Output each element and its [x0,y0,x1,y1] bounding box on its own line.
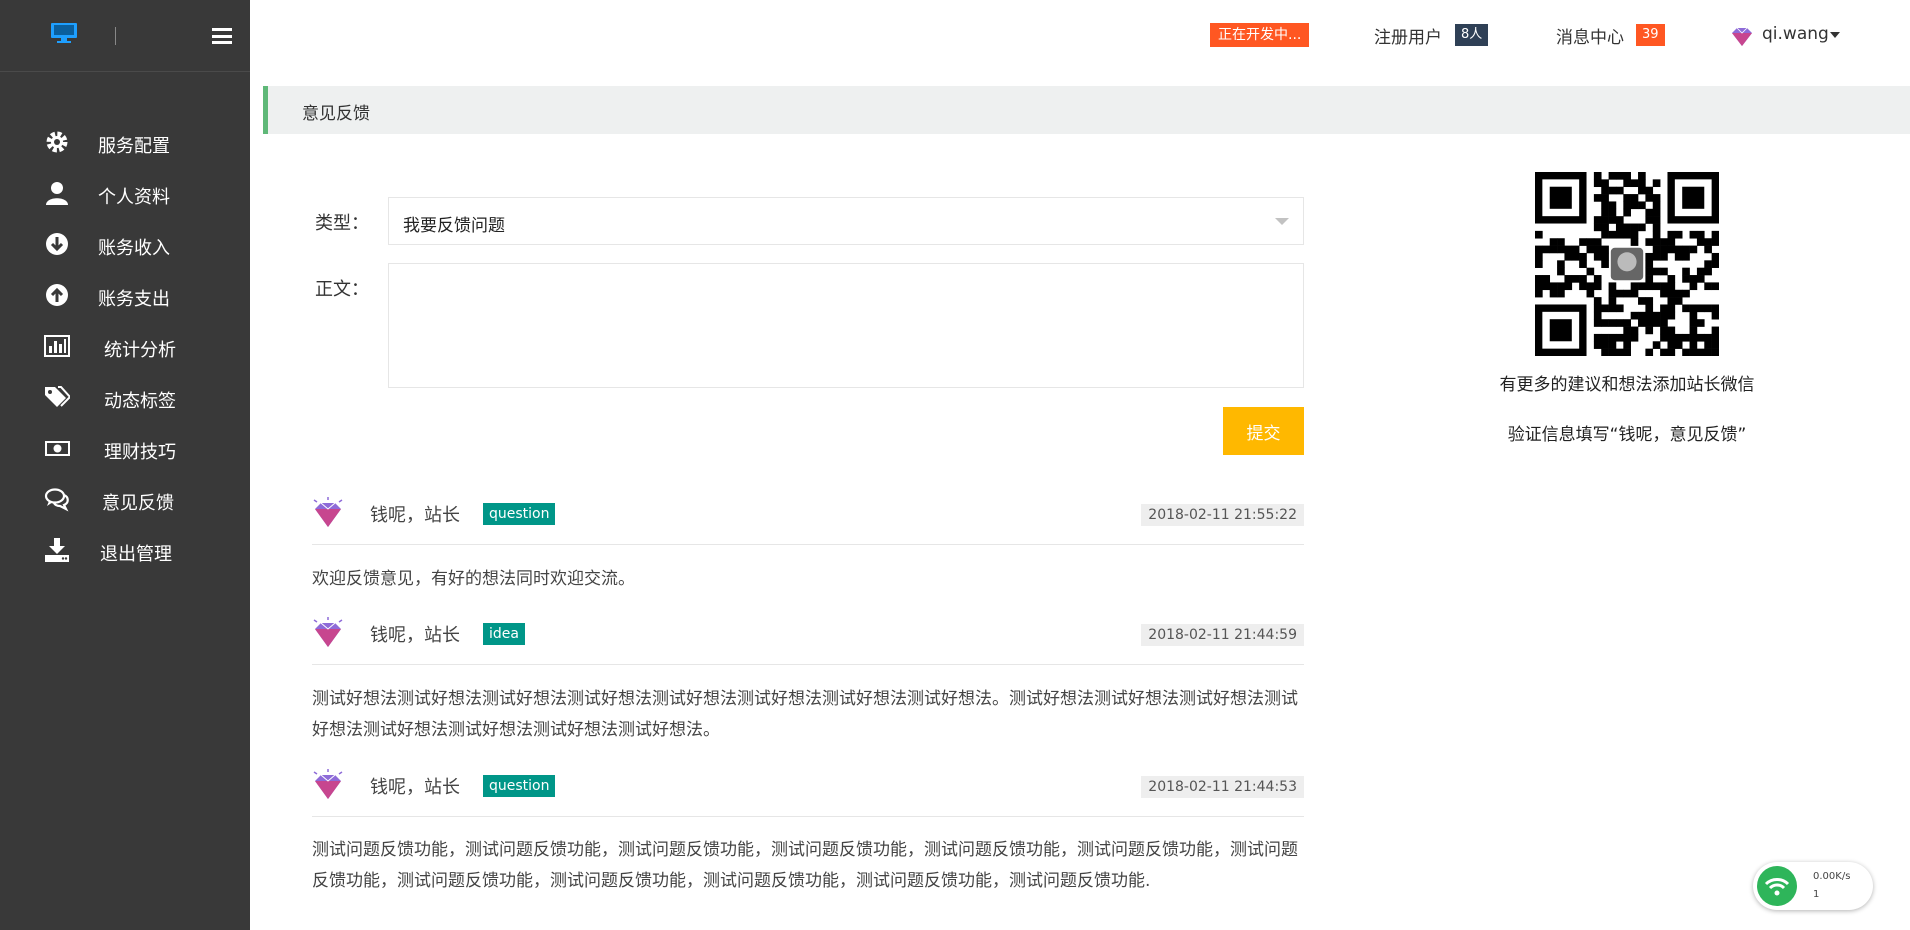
dev-status-badge: 正在开发中... [1210,23,1310,47]
diamond-avatar-icon [313,617,343,647]
feedback-header: 钱呢，站长 question 2018-02-11 21:55:22 [312,495,1304,545]
feedback-body: 测试好想法测试好想法测试好想法测试好想法测试好想法测试好想法测试好想法测试好想法… [312,689,1298,740]
header-divider [115,27,116,45]
arrow-down-circle-icon [46,233,68,255]
network-speed-widget[interactable]: 0.00K/s 1 [1753,862,1873,910]
sidebar-item-service-config[interactable]: 服务配置 [0,117,250,168]
page-title-bar: 意见反馈 [263,86,1910,134]
feedback-author: 钱呢，站长 [370,625,460,646]
submit-button[interactable]: 提交 [1223,407,1304,455]
qr-caption-secondary: 验证信息填写“钱呢，意见反馈” [1507,425,1747,445]
sidebar-item-tags[interactable]: 动态标签 [0,372,250,423]
body-textarea[interactable] [388,263,1304,388]
feedback-tag: idea [483,623,525,645]
feedback-body: 欢迎反馈意见，有好的想法同时欢迎交流。 [312,569,635,589]
diamond-avatar-icon [313,497,343,527]
sidebar: 服务配置 个人资料 账务收入 账务支出 统计分析 动态标签 理财技巧 意见反馈 … [0,0,250,930]
sidebar-item-income[interactable]: 账务收入 [0,219,250,270]
sidebar-item-label: 理财技巧 [104,442,176,463]
feedback-tag: question [483,503,556,525]
sidebar-header [0,0,250,72]
feedback-body: 测试问题反馈功能，测试问题反馈功能，测试问题反馈功能，测试问题反馈功能，测试问题… [312,840,1298,891]
wifi-icon [1757,866,1797,906]
caret-down-icon [1830,32,1840,38]
sidebar-item-label: 账务收入 [98,238,170,259]
sidebar-item-finance-tips[interactable]: 理财技巧 [0,423,250,474]
arrow-up-circle-icon [46,284,68,306]
wechat-qr-code [1535,172,1719,356]
network-speed: 0.00K/s [1813,871,1851,882]
sidebar-item-label: 动态标签 [104,391,176,412]
user-icon [46,182,68,205]
qr-caption-primary: 有更多的建议和想法添加站长微信 [1499,375,1755,395]
sidebar-item-label: 意见反馈 [102,493,174,514]
sidebar-item-feedback[interactable]: 意见反馈 [0,474,250,525]
sidebar-item-profile[interactable]: 个人资料 [0,168,250,219]
registered-users-link[interactable]: 注册用户 [1374,23,1442,48]
comments-icon [44,488,69,512]
select-arrow-icon [1275,218,1289,225]
registered-users-count: 8人 [1455,24,1489,46]
feedback-time: 2018-02-11 21:44:53 [1141,776,1304,798]
sidebar-item-label: 统计分析 [104,340,176,361]
type-label: 类型： [315,213,369,234]
feedback-header: 钱呢，站长 question 2018-02-11 21:44:53 [312,767,1304,817]
message-count-badge: 39 [1636,24,1665,46]
sidebar-menu: 服务配置 个人资料 账务收入 账务支出 统计分析 动态标签 理财技巧 意见反馈 … [0,117,250,576]
sidebar-item-logout[interactable]: 退出管理 [0,525,250,576]
type-select[interactable]: 我要反馈问题 [388,197,1304,245]
sidebar-item-statistics[interactable]: 统计分析 [0,321,250,372]
sidebar-item-label: 个人资料 [98,187,170,208]
user-name: qi.wang [1762,24,1829,44]
sidebar-item-label: 退出管理 [100,544,172,565]
download-icon [45,538,69,562]
monitor-icon[interactable] [50,22,78,44]
feedback-header: 钱呢，站长 idea 2018-02-11 21:44:59 [312,615,1304,665]
money-icon [45,441,70,456]
top-header: 正在开发中... 注册用户 8人 消息中心 39 qi.wang [250,0,1910,72]
tags-icon [45,386,70,407]
menu-toggle-icon[interactable] [212,28,232,44]
sidebar-item-label: 账务支出 [98,289,170,310]
sidebar-item-expense[interactable]: 账务支出 [0,270,250,321]
feedback-time: 2018-02-11 21:55:22 [1141,504,1304,526]
feedback-tag: question [483,775,556,797]
diamond-avatar-icon [1732,27,1752,46]
body-label: 正文： [315,279,369,300]
network-connection-count: 1 [1813,889,1820,900]
feedback-time: 2018-02-11 21:44:59 [1141,624,1304,646]
type-select-value: 我要反馈问题 [403,216,505,236]
gear-icon [46,131,68,153]
message-center-link[interactable]: 消息中心 [1556,23,1624,48]
feedback-author: 钱呢，站长 [370,777,460,798]
feedback-author: 钱呢，站长 [370,505,460,526]
sidebar-item-label: 服务配置 [98,136,170,157]
bar-chart-icon [44,335,70,357]
diamond-avatar-icon [313,769,343,799]
page-title: 意见反馈 [302,104,370,124]
